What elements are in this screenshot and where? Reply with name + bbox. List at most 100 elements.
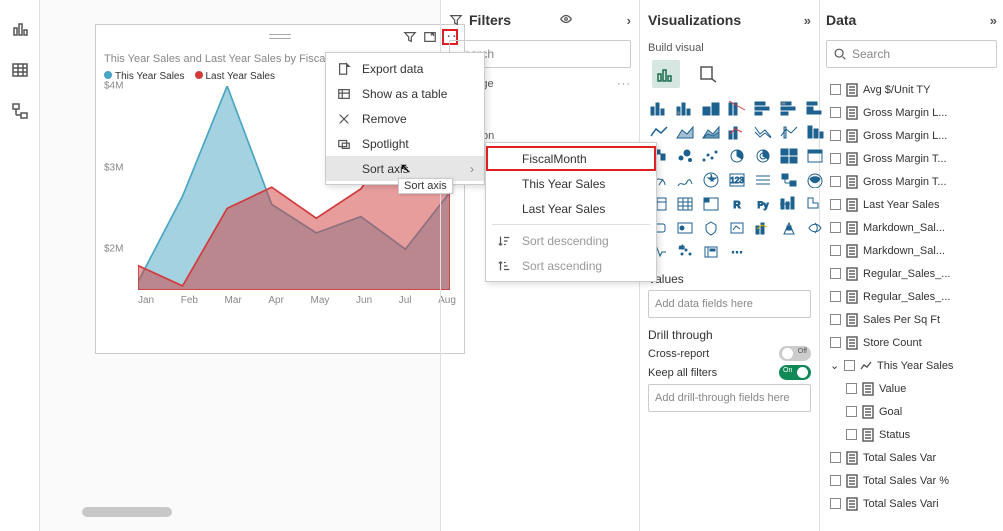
field-gross-margin-l---[interactable]: Gross Margin L...: [826, 101, 997, 124]
collapse-data-button[interactable]: »: [990, 13, 997, 28]
viz-type-24[interactable]: 123: [726, 170, 748, 190]
viz-type-12[interactable]: [778, 122, 800, 142]
viz-type-22[interactable]: [674, 170, 696, 190]
checkbox[interactable]: [830, 268, 841, 279]
viz-type-10[interactable]: [726, 122, 748, 142]
viz-type-31[interactable]: R: [726, 194, 748, 214]
viz-type-37[interactable]: [700, 218, 722, 238]
viz-type-30[interactable]: [700, 194, 722, 214]
field-gross-margin-l---[interactable]: Gross Margin L...: [826, 124, 997, 147]
focus-mode-icon[interactable]: [422, 29, 438, 45]
viz-type-33[interactable]: [778, 194, 800, 214]
viz-type-3[interactable]: [726, 98, 748, 118]
build-visual-button[interactable]: [652, 60, 680, 88]
field-store-count[interactable]: Store Count: [826, 331, 997, 354]
viz-type-43[interactable]: ab: [674, 242, 696, 262]
viz-type-29[interactable]: [674, 194, 696, 214]
viz-type-2[interactable]: [700, 98, 722, 118]
table-view-icon[interactable]: [11, 61, 29, 84]
viz-type-19[interactable]: [778, 146, 800, 166]
viz-type-23[interactable]: [700, 170, 722, 190]
eye-icon[interactable]: [559, 12, 573, 29]
submenu-this-year-sales[interactable]: This Year Sales: [486, 171, 656, 196]
field-total-sales-var--[interactable]: Total Sales Var %: [826, 469, 997, 492]
model-view-icon[interactable]: [11, 102, 29, 125]
viz-type-32[interactable]: Py: [752, 194, 774, 214]
viz-type-38[interactable]: [726, 218, 748, 238]
field-total-sales-vari[interactable]: Total Sales Vari: [826, 492, 997, 515]
filters-page-more[interactable]: ···: [617, 78, 631, 90]
menu-show-as-table[interactable]: Show as a table: [326, 81, 484, 106]
keep-filters-toggle[interactable]: On: [779, 365, 811, 380]
drill-well[interactable]: Add drill-through fields here: [648, 384, 811, 412]
checkbox[interactable]: [830, 153, 841, 164]
checkbox[interactable]: [830, 199, 841, 210]
submenu-last-year-sales[interactable]: Last Year Sales: [486, 196, 656, 221]
field-regular-sales----[interactable]: Regular_Sales_...: [826, 285, 997, 308]
field-avg---unit-ty[interactable]: Avg $/Unit TY: [826, 78, 997, 101]
data-search[interactable]: Search: [826, 40, 997, 68]
viz-type-40[interactable]: [778, 218, 800, 238]
report-view-icon[interactable]: [11, 20, 29, 43]
field-gross-margin-t---[interactable]: Gross Margin T...: [826, 147, 997, 170]
drag-handle-icon[interactable]: [269, 33, 291, 39]
menu-export-data[interactable]: Export data: [326, 56, 484, 81]
collapse-viz-button[interactable]: »: [804, 13, 811, 28]
viz-type-15[interactable]: [674, 146, 696, 166]
viz-type-39[interactable]: [752, 218, 774, 238]
field-goal[interactable]: Goal: [826, 400, 997, 423]
checkbox[interactable]: [830, 84, 841, 95]
checkbox[interactable]: [830, 498, 841, 509]
viz-type-16[interactable]: [700, 146, 722, 166]
viz-type-45[interactable]: ⋯: [726, 242, 748, 262]
field-status[interactable]: Status: [826, 423, 997, 446]
submenu-sort-desc: Sort descending: [486, 228, 656, 253]
checkbox[interactable]: [830, 314, 841, 325]
checkbox[interactable]: [830, 452, 841, 463]
checkbox[interactable]: [830, 337, 841, 348]
viz-type-4[interactable]: [752, 98, 774, 118]
checkbox[interactable]: [830, 291, 841, 302]
checkbox[interactable]: [830, 222, 841, 233]
viz-type-26[interactable]: [778, 170, 800, 190]
checkbox[interactable]: [846, 383, 857, 394]
field-value[interactable]: Value: [826, 377, 997, 400]
checkbox[interactable]: [830, 130, 841, 141]
checkbox[interactable]: [846, 429, 857, 440]
viz-type-44[interactable]: [700, 242, 722, 262]
viz-type-17[interactable]: [726, 146, 748, 166]
viz-type-36[interactable]: [674, 218, 696, 238]
menu-remove[interactable]: Remove: [326, 106, 484, 131]
checkbox[interactable]: [830, 245, 841, 256]
field-markdown-sal---[interactable]: Markdown_Sal...: [826, 239, 997, 262]
viz-type-25[interactable]: [752, 170, 774, 190]
values-well[interactable]: Add data fields here: [648, 290, 811, 318]
horizontal-scrollbar[interactable]: [82, 507, 172, 517]
cross-report-toggle[interactable]: Off: [779, 346, 811, 361]
checkbox[interactable]: [830, 176, 841, 187]
submenu-fiscalmonth[interactable]: FiscalMonth: [486, 146, 656, 171]
field-markdown-sal---[interactable]: Markdown_Sal...: [826, 216, 997, 239]
field-sales-per-sq-ft[interactable]: Sales Per Sq Ft: [826, 308, 997, 331]
viz-type-0[interactable]: [648, 98, 670, 118]
viz-type-7[interactable]: [648, 122, 670, 142]
field-last-year-sales[interactable]: Last Year Sales: [826, 193, 997, 216]
viz-type-18[interactable]: [752, 146, 774, 166]
checkbox[interactable]: [830, 107, 841, 118]
field-gross-margin-t---[interactable]: Gross Margin T...: [826, 170, 997, 193]
viz-type-8[interactable]: [674, 122, 696, 142]
checkbox[interactable]: [830, 475, 841, 486]
checkbox[interactable]: [844, 360, 855, 371]
field-this-year-sales[interactable]: ⌄This Year Sales: [826, 354, 997, 377]
viz-type-9[interactable]: [700, 122, 722, 142]
menu-spotlight[interactable]: Spotlight: [326, 131, 484, 156]
filter-icon[interactable]: [402, 29, 418, 45]
field-regular-sales----[interactable]: Regular_Sales_...: [826, 262, 997, 285]
checkbox[interactable]: [846, 406, 857, 417]
viz-type-1[interactable]: [674, 98, 696, 118]
viz-type-11[interactable]: [752, 122, 774, 142]
collapse-filters-button[interactable]: ›: [627, 13, 631, 28]
viz-type-5[interactable]: [778, 98, 800, 118]
format-visual-button[interactable]: [694, 60, 722, 88]
field-total-sales-var[interactable]: Total Sales Var: [826, 446, 997, 469]
